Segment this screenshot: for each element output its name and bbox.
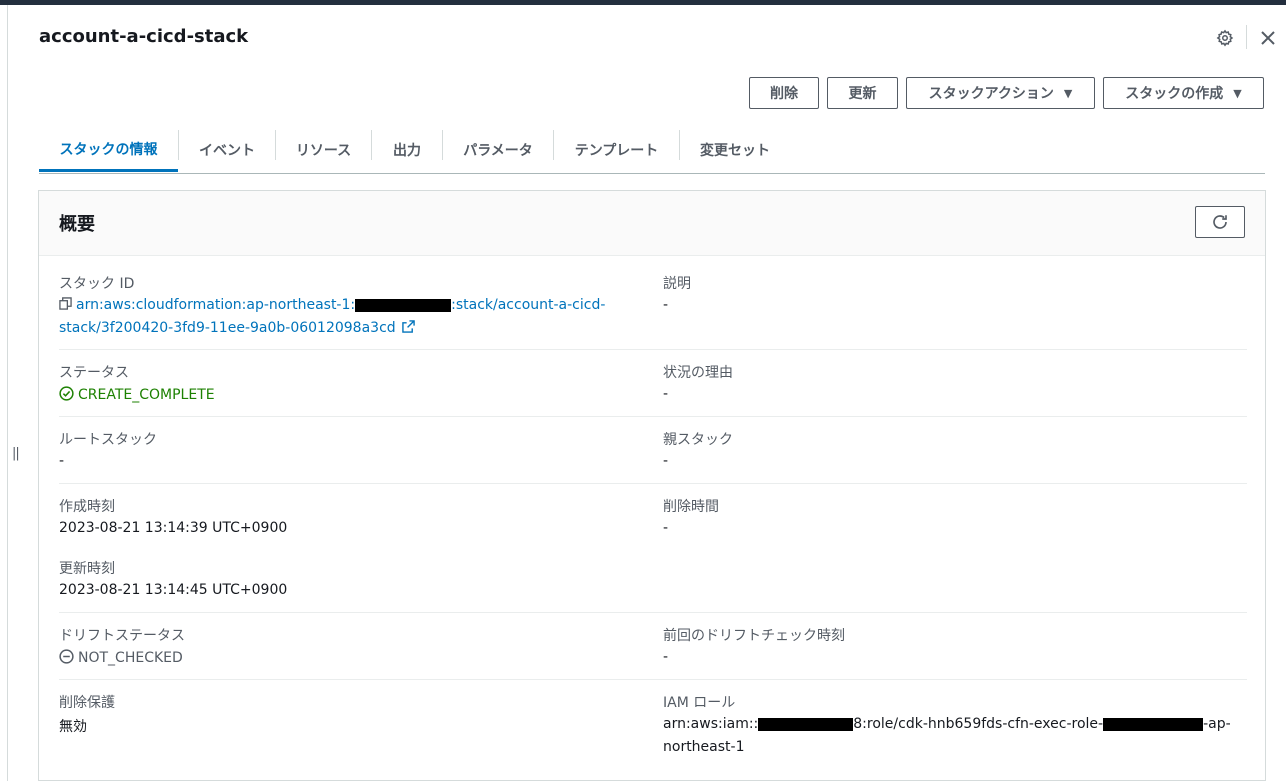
stack-id-label: スタック ID [59,276,135,292]
refresh-icon [1213,215,1227,229]
stack-id-line2: stack/3f200420-3fd9-11ee-9a0b-06012098a3… [59,320,415,337]
external-link-icon[interactable] [402,320,415,337]
iam-role-part2: 8:role/cdk-hnb659fds-cfn-exec-role- [853,716,1104,732]
termination-protection-value: 無効 [59,719,87,735]
page-title: account-a-cicd-stack [39,26,249,47]
iam-role-part3: -ap- [1203,716,1231,732]
tab-change-sets[interactable]: 変更セット [680,128,790,172]
top-bar [0,0,1286,5]
iam-role-part1: arn:aws:iam:: [663,716,759,732]
stack-actions-label: スタックアクション [928,86,1054,102]
tab-template[interactable]: テンプレート [554,128,679,172]
iam-role-line2: northeast-1 [663,739,745,755]
close-icon[interactable] [1256,26,1280,50]
updated-time-label: 更新時刻 [59,561,115,577]
tab-bar: スタックの情報 イベント リソース 出力 パラメータ テンプレート 変更セット [39,128,1265,174]
parent-stack-value: - [663,453,669,469]
create-stack-button[interactable]: スタックの作成 ▼ [1103,77,1264,109]
description-value: - [663,297,669,313]
not-checked-icon [59,649,74,668]
status-label: ステータス [59,365,129,381]
stack-id-value-line2[interactable]: stack/3f200420-3fd9-11ee-9a0b-06012098a3… [59,320,396,336]
delete-button[interactable]: 削除 [749,77,819,109]
iam-role-line1: arn:aws:iam:: 8:role/cdk-hnb659fds-cfn-ex… [663,716,1231,732]
caret-down-icon: ▼ [1233,86,1242,100]
drift-status-text: NOT_CHECKED [78,650,183,666]
success-check-icon [59,386,74,405]
stack-id-prefix[interactable]: arn:aws:cloudformation:ap-northeast-1: [76,297,355,313]
stack-id-suffix[interactable]: :stack/account-a-cicd- [451,297,605,313]
root-stack-value: - [59,453,65,469]
redacted-account-id [355,298,452,312]
root-stack-label: ルートスタック [59,432,157,448]
row-divider [59,612,1247,613]
tab-events[interactable]: イベント [179,128,275,172]
drift-status-value: NOT_CHECKED [59,649,183,668]
row-divider [59,416,1247,417]
delete-button-label: 削除 [770,86,798,102]
overview-panel-header: 概要 [39,191,1265,256]
gear-icon[interactable] [1213,26,1237,50]
parent-stack-label: 親スタック [663,432,733,448]
row-divider [59,679,1247,680]
stack-id-line1: arn:aws:cloudformation:ap-northeast-1: :s… [59,297,605,314]
update-button-label: 更新 [848,86,877,102]
overview-panel: 概要 スタック ID arn:aws:cloudformation:ap-nor… [38,190,1266,781]
tab-parameters[interactable]: パラメータ [443,128,553,172]
redacted-role-suffix [1103,717,1204,731]
last-drift-check-label: 前回のドリフトチェック時刻 [663,628,845,644]
iam-role-label: IAM ロール [663,695,736,711]
termination-protection-label: 削除保護 [59,695,115,711]
stack-actions-button[interactable]: スタックアクション ▼ [906,77,1095,109]
tab-outputs[interactable]: 出力 [372,128,442,172]
deleted-time-label: 削除時間 [663,499,719,515]
row-divider [59,483,1247,484]
tab-stack-info[interactable]: スタックの情報 [39,128,178,172]
status-reason-value: - [663,386,669,402]
refresh-button[interactable] [1195,206,1245,238]
updated-time-value: 2023-08-21 13:14:45 UTC+0900 [59,582,288,598]
status-reason-label: 状況の理由 [663,365,733,381]
resize-handle-icon[interactable]: || [12,446,20,461]
created-time-label: 作成時刻 [59,499,115,515]
row-divider [59,349,1247,350]
header-divider [1246,25,1247,49]
tab-resources[interactable]: リソース [276,128,371,172]
created-time-value: 2023-08-21 13:14:39 UTC+0900 [59,520,288,536]
split-panel-border [7,5,8,781]
overview-title: 概要 [59,214,95,235]
copy-icon[interactable] [59,297,72,314]
caret-down-icon: ▼ [1063,86,1073,100]
create-stack-label: スタックの作成 [1125,86,1224,102]
redacted-account-id [758,717,854,731]
description-label: 説明 [663,276,691,292]
deleted-time-value: - [663,520,669,536]
update-button[interactable]: 更新 [827,77,898,109]
drift-status-label: ドリフトステータス [59,628,185,644]
status-text: CREATE_COMPLETE [78,387,215,403]
status-value: CREATE_COMPLETE [59,386,215,405]
last-drift-check-value: - [663,649,669,665]
